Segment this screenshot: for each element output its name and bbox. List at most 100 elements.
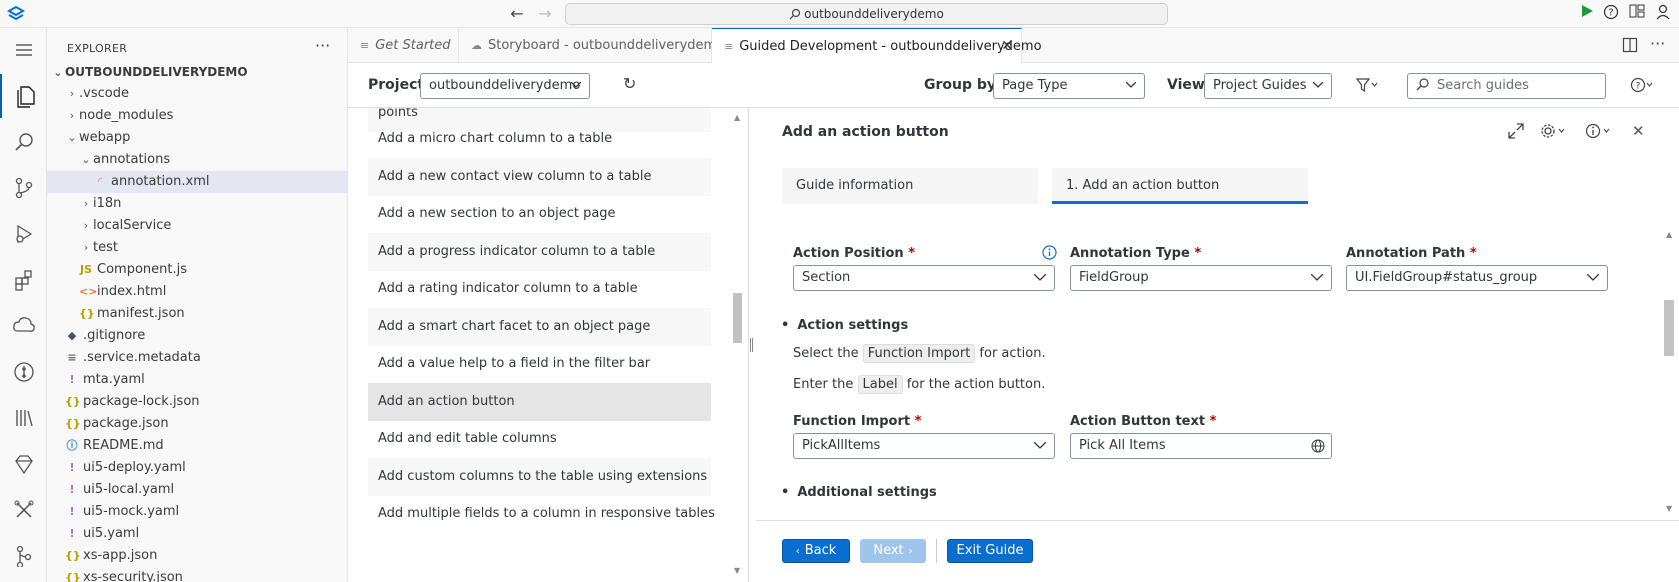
explorer-root-folder[interactable]: ⌄ OUTBOUNDDELIVERYDEMO [47,61,347,83]
tree-folder[interactable]: ⌄ annotations [47,149,347,171]
tree-file[interactable]: {} package.json [47,413,347,435]
file-type-icon: {} [65,395,81,408]
tree-file[interactable]: ◜ annotation.xml [47,171,347,193]
guide-list-item[interactable]: Add a new section to an object page [368,195,711,233]
tree-item-label: webapp [79,130,131,145]
panel-splitter[interactable] [748,108,755,582]
expand-icon[interactable] [1507,122,1525,144]
chevron-down-icon [1126,82,1136,88]
guide-list-item[interactable]: Add an action button [368,382,711,421]
filter-icon[interactable] [1355,78,1378,96]
tree-folder[interactable]: › .vscode [47,83,347,105]
help-icon[interactable]: ? [1600,4,1622,24]
tree-file[interactable]: ! ui5-mock.yaml [47,501,347,523]
tab-step-add-action-button[interactable]: 1. Add an action button [1052,168,1308,204]
action-position-select[interactable]: Section [793,265,1055,291]
explorer-files-icon[interactable] [0,74,47,118]
annotation-type-select[interactable]: FieldGroup [1070,265,1332,291]
editor-more-icon[interactable]: ··· [1650,34,1665,53]
info-icon[interactable] [1585,122,1611,144]
menu-icon[interactable] [0,28,47,72]
exit-guide-button[interactable]: Exit Guide [947,539,1033,563]
detail-scroll-thumb[interactable] [1664,300,1674,356]
chevron-down-icon: ⌄ [81,153,91,166]
tree-file[interactable]: ! ui5-local.yaml [47,479,347,501]
tools-icon[interactable] [0,488,47,532]
tree-item-label: annotation.xml [111,174,210,189]
tree-file[interactable]: ! ui5-deploy.yaml [47,457,347,479]
tree-file[interactable]: ≡ .service.metadata [47,347,347,369]
tree-file[interactable]: JS Component.js [47,259,347,281]
file-type-icon: ! [69,461,75,474]
tree-folder[interactable]: › node_modules [47,105,347,127]
tree-file[interactable]: ! ui5.yaml [47,523,347,545]
back-arrow-icon[interactable]: ← [507,4,527,24]
next-button[interactable]: Next › [860,539,926,563]
guide-list-item[interactable]: Add a progress indicator column to a tab… [368,232,711,271]
tree-file[interactable]: ◆ .gitignore [47,325,347,347]
info-menu-icon[interactable]: ? [1630,77,1654,97]
run-icon[interactable] [1576,4,1598,24]
guide-list-item[interactable]: Add multiple fields to a column in respo… [368,495,715,533]
chevron-right-icon: › [83,197,89,210]
git-graph-icon[interactable] [0,350,47,394]
tree-item-label: Component.js [97,262,187,277]
guide-list-item[interactable]: Add a smart chart facet to an object pag… [368,307,711,346]
groupby-select[interactable]: Page Type [993,73,1145,99]
tree-file[interactable]: {} xs-security.json [47,567,347,582]
tree-item-label: ui5-local.yaml [83,482,175,497]
tab-guided-development[interactable]: ≡ Guided Development - outbounddeliveryde… [712,28,1042,64]
forward-arrow-icon[interactable]: → [535,4,555,24]
account-icon[interactable] [1652,4,1674,24]
tree-folder[interactable]: › test [47,237,347,259]
tree-file[interactable]: ⓘ README.md [47,435,347,457]
view-select[interactable]: Project Guides [1204,73,1332,99]
more-actions-icon[interactable]: ··· [315,36,330,55]
close-guide-icon[interactable]: ✕ [1632,122,1645,140]
guide-list-item[interactable]: Add custom columns to the table using ex… [368,457,711,496]
function-import-select[interactable]: PickAllItems [793,433,1055,459]
globe-icon[interactable] [1311,439,1325,453]
source-control-icon[interactable] [0,166,47,210]
tree-file[interactable]: ! mta.yaml [47,369,347,391]
close-tab-icon[interactable]: ✕ [1001,29,1013,64]
guide-list-item[interactable]: Add a value help to a field in the filte… [368,345,711,383]
annotation-path-select[interactable]: UI.FieldGroup#status_group [1346,265,1608,291]
split-editor-icon[interactable] [1622,37,1638,57]
back-button[interactable]: ‹ Back [782,539,850,563]
scroll-down-arrow[interactable]: ▼ [1666,504,1672,513]
run-debug-icon[interactable] [0,212,47,256]
search-sidebar-icon[interactable] [0,120,47,164]
tab-storyboard[interactable]: ☁ Storyboard - outbounddeliverydemo [459,28,724,63]
library-icon[interactable] [0,396,47,440]
tree-folder[interactable]: › localService [47,215,347,237]
tree-file[interactable]: <>index.html [47,281,347,303]
layout-icon[interactable] [1626,4,1648,24]
guide-list-item[interactable]: Add a micro chart column to a table [368,120,711,158]
annotation-type-value: FieldGroup [1079,270,1149,285]
guide-list-scroll-thumb[interactable] [733,293,742,343]
guide-list-item[interactable]: Add and edit table columns [368,420,711,458]
guide-list-scrollbar[interactable]: ▲ ▼ [732,113,742,575]
tree-file[interactable]: {} package-lock.json [47,391,347,413]
guide-list-item[interactable]: Add a new contact view column to a table [368,157,711,196]
refresh-icon[interactable]: ↻ [623,74,636,93]
search-guides-input[interactable]: Search guides [1407,73,1606,99]
command-center-search[interactable]: outbounddeliverydemo [565,3,1168,25]
gem-icon[interactable] [0,442,47,486]
scroll-up-arrow[interactable]: ▲ [1666,230,1672,239]
tab-get-started[interactable]: ≡ Get Started [348,28,459,63]
settings-gear-icon[interactable] [1540,122,1566,144]
action-position-info-icon[interactable] [1042,245,1057,264]
tree-file[interactable]: {} manifest.json [47,303,347,325]
action-button-text-input[interactable]: Pick All Items [1070,433,1332,459]
tree-folder[interactable]: ⌄ webapp [47,127,347,149]
extensions-icon[interactable] [0,258,47,302]
project-select[interactable]: outbounddeliverydemo [420,73,590,99]
guide-list-item[interactable]: Add a rating indicator column to a table [368,270,711,308]
remote-explorer-icon[interactable] [0,304,47,348]
tree-folder[interactable]: › i18n [47,193,347,215]
pipeline-icon[interactable] [0,534,47,578]
tab-guide-information[interactable]: Guide information [782,168,1038,204]
tree-file[interactable]: {} xs-app.json [47,545,347,567]
